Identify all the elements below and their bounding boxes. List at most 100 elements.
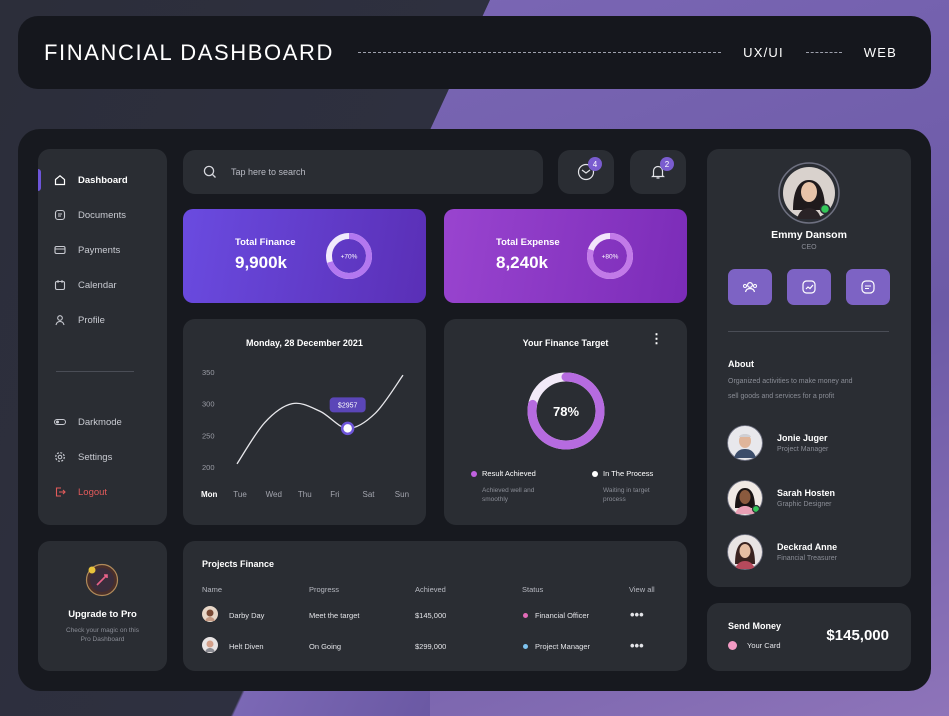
sidebar-item-label: Darkmode (78, 416, 122, 428)
y-tick-label: 300 (202, 400, 215, 409)
header-status: Status (522, 585, 544, 594)
sidebar-item-settings[interactable]: Settings (54, 449, 112, 465)
target-donut: 78% (527, 372, 605, 450)
sidebar-item-dashboard[interactable]: Dashboard (54, 172, 128, 188)
send-money-title: Send Money (728, 621, 782, 631)
avatar (727, 425, 763, 461)
contact-sarah[interactable]: Sarah Hosten Graphic Designer (727, 480, 835, 516)
sidebar-item-darkmode[interactable]: Darkmode (54, 414, 122, 430)
rocket-icon (85, 563, 119, 597)
header-achieved: Achieved (415, 585, 446, 594)
total-expense-card[interactable]: Total Expense 8,240k +80% (444, 209, 687, 303)
legend-achieved-desc-1: Achieved well and (482, 487, 535, 494)
avatar (727, 480, 763, 516)
y-tick-label: 350 (202, 368, 215, 377)
sidebar: Dashboard Documents Payments Calendar Pr… (38, 149, 167, 525)
document-icon (54, 209, 66, 221)
sidebar-item-payments[interactable]: Payments (54, 242, 120, 258)
contact-role: Graphic Designer (777, 501, 832, 508)
contact-name: Deckrad Anne (777, 542, 838, 552)
upgrade-card[interactable]: Upgrade to Pro Check your magic on this … (38, 541, 167, 671)
contact-role: Project Manager (777, 446, 829, 453)
x-tick-label: Tue (233, 490, 247, 499)
profile-name: Emmy Dansom (771, 229, 847, 241)
more-options-icon[interactable]: ⋮ (650, 332, 663, 345)
mail-badge: 4 (588, 157, 602, 171)
row-more-icon[interactable]: ••• (630, 638, 644, 653)
sidebar-item-label: Logout (78, 486, 108, 498)
contact-role: Financial Treasurer (777, 555, 837, 562)
status-dot (523, 613, 528, 618)
projects-title: Projects Finance (202, 559, 275, 569)
sidebar-item-label: Dashboard (78, 174, 128, 186)
analytics-button[interactable] (787, 269, 831, 305)
y-tick-label: 250 (202, 431, 215, 440)
send-money-card[interactable]: Send Money Your Card $145,000 (707, 603, 911, 671)
team-button[interactable] (728, 269, 772, 305)
header-divider (357, 52, 722, 53)
row-name: Darby Day (229, 611, 265, 620)
row-progress: On Going (309, 642, 342, 651)
finance-target-card: Your Finance Target ⋮ 78% Result Achieve… (444, 319, 687, 525)
card-label: Your Card (747, 641, 781, 650)
home-icon (54, 175, 66, 186)
line-chart: 350 300 250 200 Mon Tue Wed Thu Fri Sat Sun $2957 (201, 368, 409, 499)
legend-dot-achieved (471, 471, 477, 477)
sidebar-item-calendar[interactable]: Calendar (54, 277, 117, 293)
legend-dot-process (592, 471, 598, 477)
send-money-amount: $145,000 (826, 627, 889, 644)
total-finance-card[interactable]: Total Finance 9,900k +70% (183, 209, 426, 303)
projects-finance-card: Projects Finance Name Progress Achieved … (183, 541, 687, 671)
card-dot (728, 641, 737, 650)
legend-achieved-label: Result Achieved (482, 469, 536, 478)
tag-uxui: UX/UI (743, 45, 784, 60)
x-tick-label: Sat (363, 490, 376, 499)
profile-divider (728, 331, 889, 332)
contact-deckrad[interactable]: Deckrad Anne Financial Treasurer (727, 534, 837, 570)
legend-process-desc-1: Waiting in target (603, 487, 650, 494)
line-chart-card: Monday, 28 December 2021 350 300 250 200 Mon… (183, 319, 426, 525)
header-bar: FINANCIAL DASHBOARD UX/UI WEB (18, 16, 931, 89)
total-expense-label: Total Expense (496, 237, 560, 248)
contact-name: Jonie Juger (777, 433, 828, 443)
search-bar[interactable]: Tap here to search (183, 150, 543, 194)
team-icon (743, 281, 757, 293)
header-divider-short (805, 52, 842, 53)
sidebar-item-logout[interactable]: Logout (54, 484, 107, 500)
about-text-2: sell goods and services for a profit (728, 393, 835, 400)
bell-button[interactable]: 2 (630, 150, 686, 194)
header-progress: Progress (309, 585, 340, 594)
contact-jonie[interactable]: Jonie Juger Project Manager (727, 425, 828, 461)
expense-percent-label: +80% (602, 254, 619, 261)
page-title: FINANCIAL DASHBOARD (44, 39, 334, 65)
tooltip-label: $2957 (338, 402, 358, 409)
search-input[interactable]: Tap here to search (231, 167, 306, 177)
x-tick-label: Thu (298, 490, 312, 499)
upgrade-title: Upgrade to Pro (68, 609, 137, 620)
upgrade-subtitle-1: Check your magic on this (66, 627, 139, 634)
total-finance-label: Total Finance (235, 237, 296, 248)
mail-button[interactable]: 4 (558, 150, 614, 194)
notes-icon (861, 280, 875, 294)
finance-progress-ring: +70% (326, 233, 372, 279)
x-tick-label: Wed (266, 490, 282, 499)
calendar-icon (54, 280, 66, 291)
view-all-link[interactable]: View all (629, 585, 655, 594)
about-text-1: Organized activities to make money and (728, 378, 853, 385)
sidebar-item-documents[interactable]: Documents (54, 207, 126, 223)
row-progress: Meet the target (309, 611, 360, 620)
tag-web: WEB (863, 45, 897, 60)
profile-avatar[interactable] (778, 162, 840, 224)
row-name: Helt Diven (229, 642, 264, 651)
profile-card: Emmy Dansom CEO About Organized activiti… (707, 149, 911, 587)
profile-role: CEO (801, 244, 817, 251)
user-icon (55, 315, 65, 326)
x-tick-label: Mon (201, 490, 218, 499)
row-achieved: $145,000 (415, 611, 447, 620)
row-more-icon[interactable]: ••• (630, 607, 644, 622)
gear-icon (55, 452, 65, 462)
sidebar-item-label: Calendar (78, 279, 117, 291)
notes-button[interactable] (846, 269, 890, 305)
sidebar-item-label: Documents (78, 209, 127, 221)
sidebar-item-profile[interactable]: Profile (54, 312, 105, 328)
